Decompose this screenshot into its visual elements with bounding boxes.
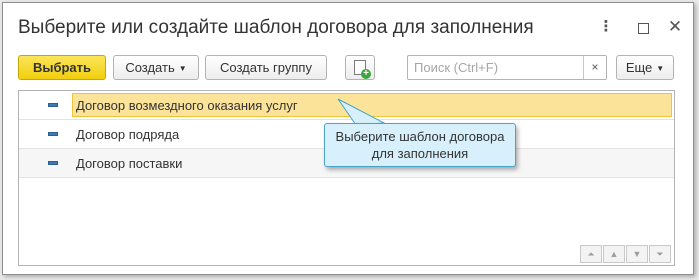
next-item-button[interactable]: ▼ <box>626 245 648 263</box>
close-button[interactable]: ✕ <box>666 17 684 37</box>
more-label: Еще <box>625 60 653 75</box>
more-button[interactable]: Еще ▼ <box>616 55 674 80</box>
last-item-button[interactable]: ⏷ <box>649 245 671 263</box>
search-input[interactable] <box>408 56 586 79</box>
tooltip-line-1: Выберите шаблон договора <box>335 129 505 144</box>
create-label: Создать <box>125 60 175 75</box>
more-actions-icon[interactable]: ⋮ <box>597 17 615 37</box>
create-button[interactable]: Создать ▼ <box>113 55 199 80</box>
prev-item-button[interactable]: ▲ <box>603 245 625 263</box>
dialog-window: Выберите или создайте шаблон договора дл… <box>2 2 694 275</box>
maximize-icon <box>637 22 649 34</box>
list-item-label: Договор поставки <box>76 156 183 171</box>
chevron-down-icon: ▼ <box>178 64 187 73</box>
item-icon <box>48 132 58 136</box>
maximize-button[interactable] <box>634 17 652 37</box>
clear-search-icon[interactable]: × <box>583 56 606 79</box>
list-item-label: Договор возмездного оказания услуг <box>76 98 298 113</box>
add-document-button[interactable] <box>345 55 375 80</box>
add-document-icon <box>354 60 371 80</box>
search-field[interactable]: × <box>407 55 607 80</box>
tooltip-pointer <box>337 98 386 126</box>
chevron-down-icon: ▼ <box>656 64 665 73</box>
list-item-label: Договор подряда <box>76 127 180 142</box>
tooltip-line-2: для заполнения <box>371 146 469 161</box>
select-button[interactable]: Выбрать <box>18 55 106 80</box>
window-title: Выберите или создайте шаблон договора дл… <box>18 17 534 38</box>
first-item-button[interactable]: ⏶ <box>580 245 602 263</box>
hint-tooltip: Выберите шаблон договора для заполнения <box>324 123 516 167</box>
item-icon <box>48 161 58 165</box>
create-group-button[interactable]: Создать группу <box>205 55 327 80</box>
item-icon <box>48 103 58 107</box>
